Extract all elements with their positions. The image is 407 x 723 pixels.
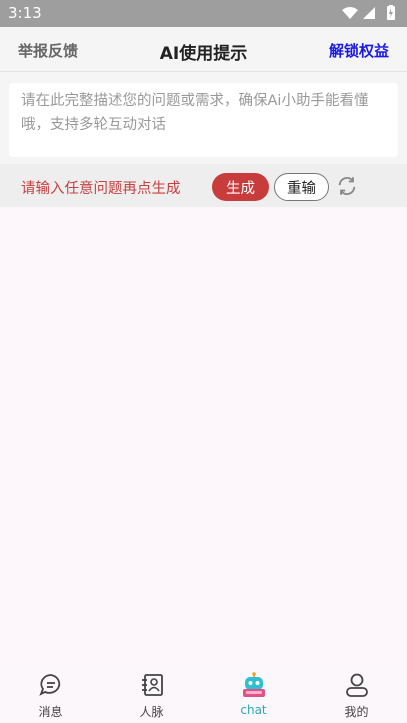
input-area: [0, 72, 407, 164]
tab-messages[interactable]: 消息: [0, 665, 101, 723]
status-bar: 3:13: [0, 0, 407, 27]
bottom-tab-bar: 消息 人脉 chat 我的: [0, 665, 407, 723]
status-time: 3:13: [8, 4, 42, 22]
tab-chat[interactable]: chat: [203, 665, 304, 723]
refresh-icon[interactable]: [336, 175, 358, 197]
tab-contacts[interactable]: 人脉: [101, 665, 202, 723]
tab-label: chat: [240, 703, 267, 717]
tab-label: 我的: [344, 705, 369, 719]
generate-button[interactable]: 生成: [212, 173, 269, 201]
hint-text: 请输入任意问题再点生成: [21, 181, 181, 197]
tab-label: 消息: [38, 705, 63, 719]
tab-profile[interactable]: 我的: [306, 665, 407, 723]
message-icon: [39, 674, 61, 696]
header: 举报反馈 AI使用提示 解锁权益: [0, 27, 407, 72]
report-feedback-link[interactable]: 举报反馈: [18, 40, 78, 61]
chat-content-area: [0, 207, 407, 665]
profile-icon: [346, 673, 368, 697]
signal-battery-icon: [342, 5, 395, 20]
tab-label: 人脉: [139, 705, 164, 719]
robot-icon: [243, 672, 265, 697]
unlock-benefits-link[interactable]: 解锁权益: [329, 40, 389, 61]
action-bar: 请输入任意问题再点生成 生成 重输: [0, 164, 407, 207]
question-input[interactable]: [9, 83, 398, 157]
reinput-button[interactable]: 重输: [274, 173, 329, 201]
status-icons: [341, 5, 399, 25]
contacts-icon: [142, 674, 163, 696]
